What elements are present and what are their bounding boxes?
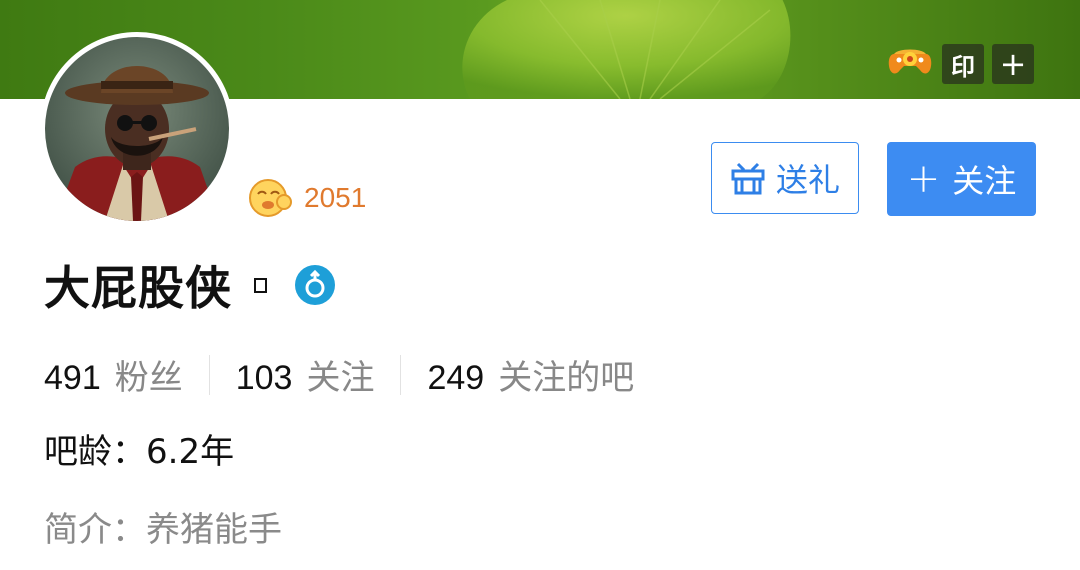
username-row: 大屁股侠 bbox=[44, 252, 335, 318]
banner-toolbar: 印 + bbox=[888, 44, 1034, 84]
placeholder-glyph-icon bbox=[254, 277, 267, 293]
followed-bars-count: 249 bbox=[427, 359, 485, 397]
bar-age-label: 吧龄： bbox=[44, 432, 146, 472]
level-value: 2051 bbox=[304, 182, 367, 213]
male-gender-icon bbox=[295, 265, 335, 305]
profile-stats: 491 粉丝 103 关注 249 关注的吧 bbox=[44, 350, 634, 399]
plus-icon: + bbox=[906, 156, 941, 202]
seal-icon[interactable]: 印 bbox=[942, 44, 984, 84]
stat-fans[interactable]: 491 粉丝 bbox=[44, 350, 183, 399]
username: 大屁股侠 bbox=[44, 261, 232, 315]
level-badge: 2051 bbox=[246, 178, 366, 218]
divider bbox=[400, 354, 402, 395]
follow-label: 关注 bbox=[952, 162, 1017, 200]
profile-page: 印 + 2051 送礼 + 关注 大屁股侠 491 粉丝 103 关注 249 … bbox=[0, 0, 1080, 570]
level-face-icon bbox=[249, 179, 292, 217]
bio-value: 养猪能手 bbox=[146, 510, 282, 550]
gift-icon bbox=[731, 162, 765, 195]
fans-count: 491 bbox=[44, 359, 101, 397]
stat-followed-bars[interactable]: 249 关注的吧 bbox=[427, 350, 634, 399]
follow-button[interactable]: + 关注 bbox=[887, 142, 1036, 216]
bar-age-value: 6.2年 bbox=[146, 432, 235, 472]
bar-age: 吧龄：6.2年 bbox=[44, 424, 234, 473]
stat-following[interactable]: 103 关注 bbox=[236, 350, 375, 399]
gift-label: 送礼 bbox=[775, 161, 840, 199]
divider bbox=[208, 354, 210, 395]
bio: 简介：养猪能手 bbox=[44, 502, 282, 551]
followed-bars-label: 关注的吧 bbox=[498, 358, 635, 398]
game-controller-icon[interactable] bbox=[888, 44, 934, 84]
following-label: 关注 bbox=[306, 358, 375, 398]
avatar[interactable] bbox=[40, 32, 234, 226]
bio-label: 简介： bbox=[44, 510, 146, 550]
fans-label: 粉丝 bbox=[114, 358, 183, 398]
add-icon[interactable]: + bbox=[992, 44, 1034, 84]
following-count: 103 bbox=[235, 359, 293, 397]
gift-button[interactable]: 送礼 bbox=[711, 142, 859, 214]
